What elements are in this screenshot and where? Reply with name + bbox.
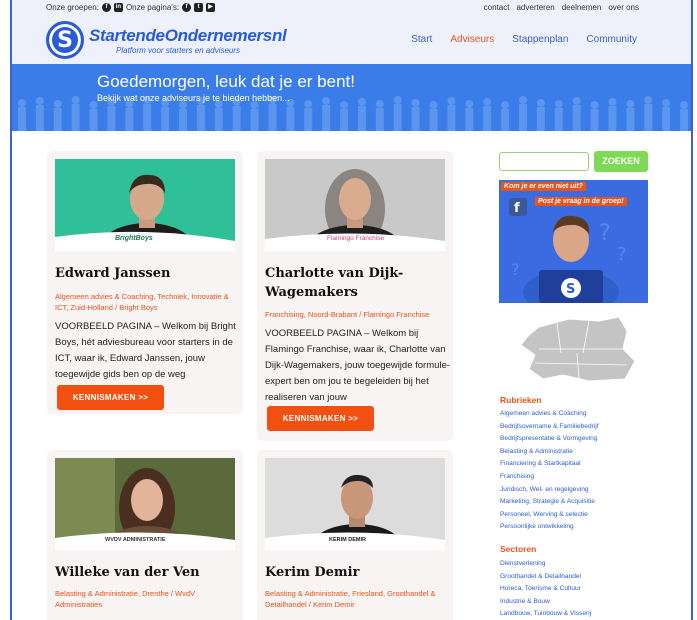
hero-subtitle: Bekijk wat onze adviseurs je te bieden h… (97, 93, 290, 103)
advisor-card-willeke[interactable]: WVDV ADMINISTRATIE Willeke van der Ven B… (47, 450, 243, 620)
search-input[interactable] (499, 152, 589, 171)
promo-text-1: Kom je er even niet uit? (501, 182, 586, 191)
social-links: Onze groepen: f in Onze pagina's: f t ▶ (46, 3, 216, 12)
main-nav: Start Adviseurs Stappenplan Community (411, 34, 637, 45)
nav-adviseurs[interactable]: Adviseurs (450, 34, 494, 45)
rubriek-link[interactable]: Franchising (500, 471, 599, 484)
rubrieken-list: Algemeen advies & Coaching Bedrijfsovern… (500, 408, 599, 534)
contact-link[interactable]: contact (484, 3, 510, 12)
netherlands-map-icon[interactable] (499, 313, 648, 383)
twitter-page-icon[interactable]: t (194, 3, 204, 12)
advisor-photo[interactable]: KERIM DEMIR (265, 458, 445, 550)
svg-text:f: f (514, 201, 520, 216)
sector-link[interactable]: Industrie & Bouw (500, 596, 591, 609)
hero-banner: Goedemorgen, leuk dat je er bent! Bekijk… (12, 64, 691, 131)
search-button[interactable]: ZOEKEN (594, 151, 648, 172)
rubriek-link[interactable]: Personeel, Werving & selectie (500, 509, 599, 522)
rubriek-link[interactable]: Marketing, Strategie & Acquisitie (500, 496, 599, 509)
advisor-description: VOORBEELD PAGINA – Welkom bij Bright Boy… (55, 321, 236, 380)
rubriek-link[interactable]: Bedrijfsovername & Familiebedrijf (500, 421, 599, 434)
advisor-tags[interactable]: Algemeen advies & Coaching, Techniek, In… (55, 291, 240, 313)
advisor-tags[interactable]: Franchising, Noord-Brabant / Flamingo Fr… (265, 309, 450, 320)
advisor-brand-logo: KERIM DEMIR (329, 537, 366, 543)
rubriek-link[interactable]: Persoonlijke ontwikkeling (500, 521, 599, 534)
facebook-group-icon[interactable]: f (101, 3, 111, 12)
rubrieken-title: Rubrieken (500, 395, 542, 405)
hero-title: Goedemorgen, leuk dat je er bent! (97, 72, 355, 91)
pages-label: Onze pagina's: (125, 3, 180, 12)
nav-stappenplan[interactable]: Stappenplan (512, 34, 568, 45)
linkedin-group-icon[interactable]: in (113, 3, 123, 12)
sector-link[interactable]: Horeca, Toerisme & Cultuur (500, 583, 591, 596)
community-promo-banner[interactable]: ? ? ? S f Kom je er even niet uit? Post … (499, 180, 648, 303)
site-name[interactable]: StartendeOndernemersnl (89, 26, 287, 46)
promo-text-2: Post je vraag in de groep! (535, 197, 627, 206)
advisor-brand-logo: BrightBoys (115, 235, 153, 242)
advisor-name[interactable]: Willeke van der Ven (55, 563, 240, 582)
rubriek-link[interactable]: Belasting & Administratie (500, 446, 599, 459)
advisor-description: VOORBEELD PAGINA – Welkom bij Flamingo F… (265, 328, 450, 403)
deelnemen-link[interactable]: deelnemen (562, 3, 602, 12)
svg-text:?: ? (617, 244, 627, 265)
logo-icon[interactable]: S (46, 21, 84, 59)
nav-community[interactable]: Community (586, 34, 637, 45)
site-tagline: Platform voor starters en adviseurs (116, 46, 241, 55)
advisor-card-kerim[interactable]: KERIM DEMIR Kerim Demir Belasting & Admi… (257, 450, 453, 620)
advisor-brand-logo: WVDV ADMINISTRATIE (105, 537, 166, 543)
page-frame: Onze groepen: f in Onze pagina's: f t ▶ … (10, 0, 693, 620)
svg-text:?: ? (599, 221, 611, 246)
rubriek-link[interactable]: Financiering & Startkapitaal (500, 458, 599, 471)
logo-letter: S (57, 28, 73, 53)
utility-bar: Onze groepen: f in Onze pagina's: f t ▶ … (12, 0, 691, 16)
sector-link[interactable]: Landbouw, Tuinbouw & Visserij (500, 608, 591, 620)
advisor-photo[interactable]: WVDV ADMINISTRATIE (55, 458, 235, 550)
advisor-name[interactable]: Charlotte van Dijk-Wagemakers (265, 264, 450, 302)
kennismaken-button[interactable]: KENNISMAKEN >> (267, 406, 374, 431)
site-header: S StartendeOndernemersnl Platform voor s… (12, 16, 691, 64)
adverteren-link[interactable]: adverteren (516, 3, 554, 12)
sector-link[interactable]: Groothandel & Detailhandel (500, 571, 591, 584)
advisor-tags[interactable]: Belasting & Administratie, Friesland, Gr… (265, 588, 450, 610)
advisor-photo[interactable]: BrightBoys (55, 159, 235, 251)
advisor-card-charlotte[interactable]: Flamingo Franchise Charlotte van Dijk-Wa… (257, 151, 453, 441)
svg-text:?: ? (511, 260, 520, 279)
groups-label: Onze groepen: (46, 3, 99, 12)
sectoren-list: Dienstverlening Groothandel & Detailhand… (500, 558, 591, 620)
svg-text:S: S (566, 282, 575, 297)
advisor-card-edward[interactable]: BrightBoys Edward Janssen Algemeen advie… (47, 151, 243, 414)
rubriek-link[interactable]: Bedrijfspresentatie & Vormgeving (500, 433, 599, 446)
advisor-name[interactable]: Edward Janssen (55, 264, 240, 283)
rubriek-link[interactable]: Juridisch, Wet- en regelgeving (500, 484, 599, 497)
youtube-page-icon[interactable]: ▶ (206, 3, 216, 12)
nav-start[interactable]: Start (411, 34, 432, 45)
utility-links: contact adverteren deelnemen over ons (484, 3, 639, 12)
advisor-photo[interactable]: Flamingo Franchise (265, 159, 445, 251)
advisor-tags[interactable]: Belasting & Administratie, Drenthe / Wvd… (55, 588, 240, 610)
sector-link[interactable]: Dienstverlening (500, 558, 591, 571)
advisor-brand-logo: Flamingo Franchise (327, 235, 385, 242)
over-ons-link[interactable]: over ons (608, 3, 639, 12)
facebook-page-icon[interactable]: f (182, 3, 192, 12)
kennismaken-button[interactable]: KENNISMAKEN >> (57, 385, 164, 410)
rubriek-link[interactable]: Algemeen advies & Coaching (500, 408, 599, 421)
advisor-name[interactable]: Kerim Demir (265, 563, 450, 582)
sectoren-title: Sectoren (500, 544, 537, 554)
